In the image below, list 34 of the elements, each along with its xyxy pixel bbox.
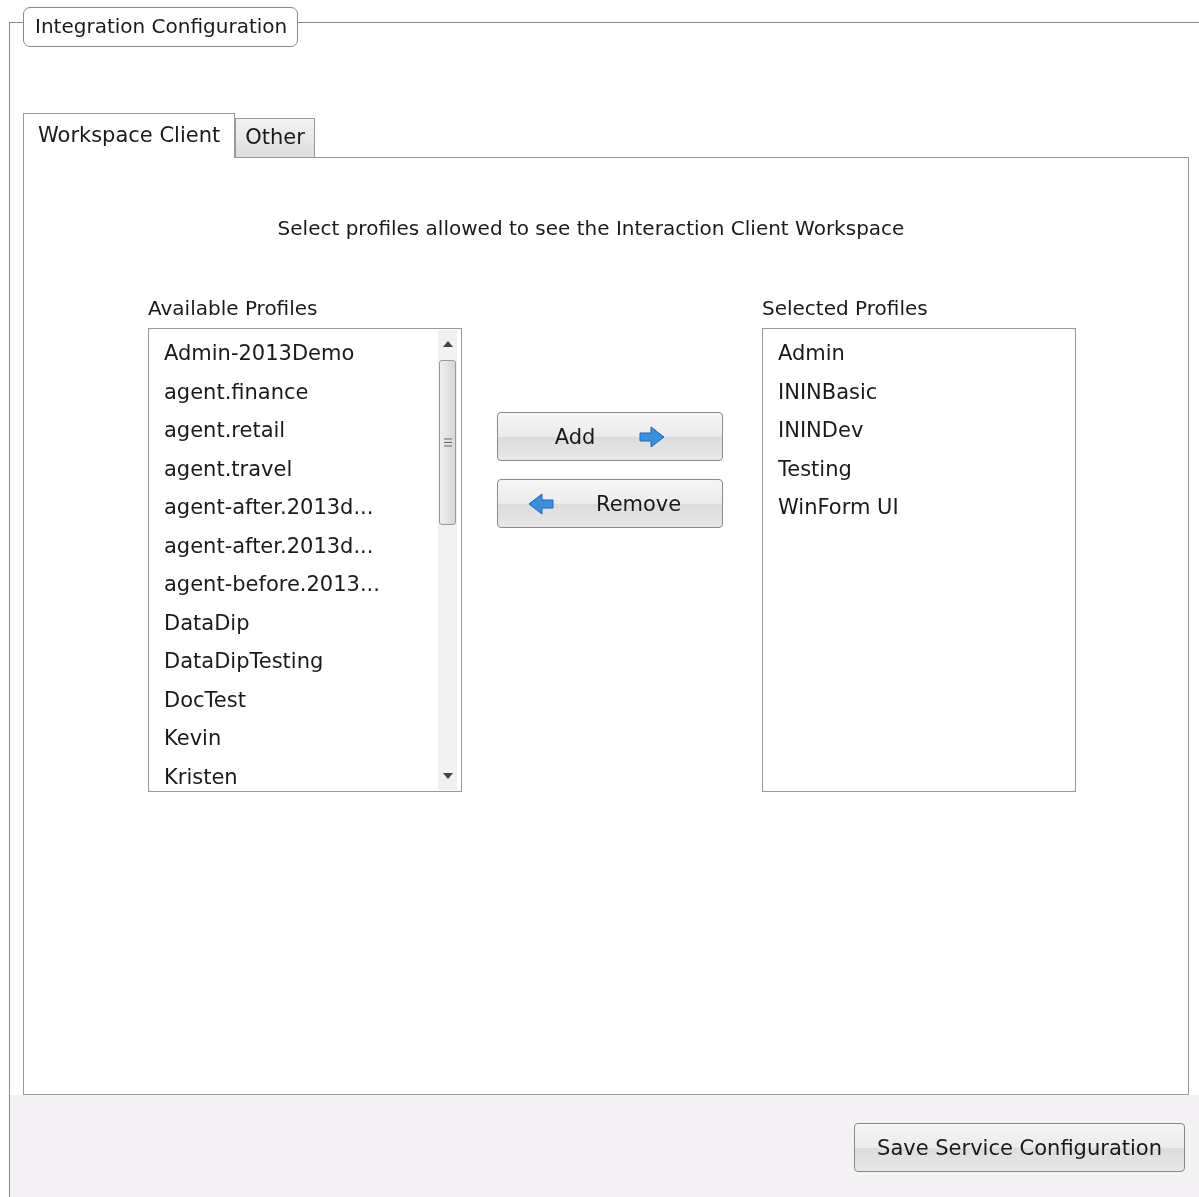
- list-item[interactable]: ININBasic: [778, 372, 1075, 411]
- list-item[interactable]: Testing: [778, 449, 1075, 488]
- save-button[interactable]: Save Service Configuration: [854, 1123, 1185, 1172]
- list-label: Available Profiles: [148, 295, 319, 322]
- available-profiles-list[interactable]: Admin-2013Demo agent.finance agent.retail agent.travel agent-after.2013d... agent-after.2013d... agent-before.2013... DataDip DataDipTesting DocTest Kevin Kristen: [148, 328, 462, 792]
- scroll-up-icon[interactable]: [442, 341, 453, 347]
- right-arrow-icon: [639, 425, 666, 448]
- remove-button[interactable]: Remove: [497, 479, 723, 528]
- grip-icon: [443, 438, 452, 447]
- list-item[interactable]: agent.retail: [164, 411, 438, 450]
- list-item[interactable]: agent.finance: [164, 372, 438, 411]
- list-item[interactable]: agent-before.2013...: [164, 565, 438, 604]
- list-item[interactable]: DataDip: [164, 603, 438, 642]
- left-arrow-icon: [528, 492, 554, 515]
- list-item[interactable]: Kevin: [164, 719, 438, 758]
- scroll-down-icon[interactable]: [442, 773, 453, 779]
- list-item[interactable]: WinForm UI: [778, 488, 1075, 527]
- scrollbar[interactable]: [438, 330, 457, 790]
- list-item[interactable]: ININDev: [778, 411, 1075, 450]
- tab[interactable]: Other: [235, 118, 315, 157]
- tab[interactable]: Workspace Client: [23, 113, 236, 158]
- list-item[interactable]: DocTest: [164, 680, 438, 719]
- add-button[interactable]: Add: [497, 412, 723, 461]
- list-item[interactable]: agent-after.2013d...: [164, 488, 438, 527]
- list-item[interactable]: Admin-2013Demo: [164, 334, 438, 373]
- selected-profiles-list[interactable]: Admin ININBasic ININDev Testing WinForm UI: [762, 328, 1076, 792]
- list-label: Selected Profiles: [762, 295, 929, 322]
- list-item[interactable]: Admin: [778, 334, 1075, 373]
- scroll-thumb[interactable]: [439, 360, 456, 525]
- group-title: Integration Configuration: [23, 7, 299, 47]
- list-item[interactable]: agent.travel: [164, 449, 438, 488]
- instruction-text: Select profiles allowed to see the Interaction Client Workspace: [276, 215, 906, 242]
- list-item[interactable]: agent-after.2013d...: [164, 526, 438, 565]
- list-item[interactable]: DataDipTesting: [164, 642, 438, 681]
